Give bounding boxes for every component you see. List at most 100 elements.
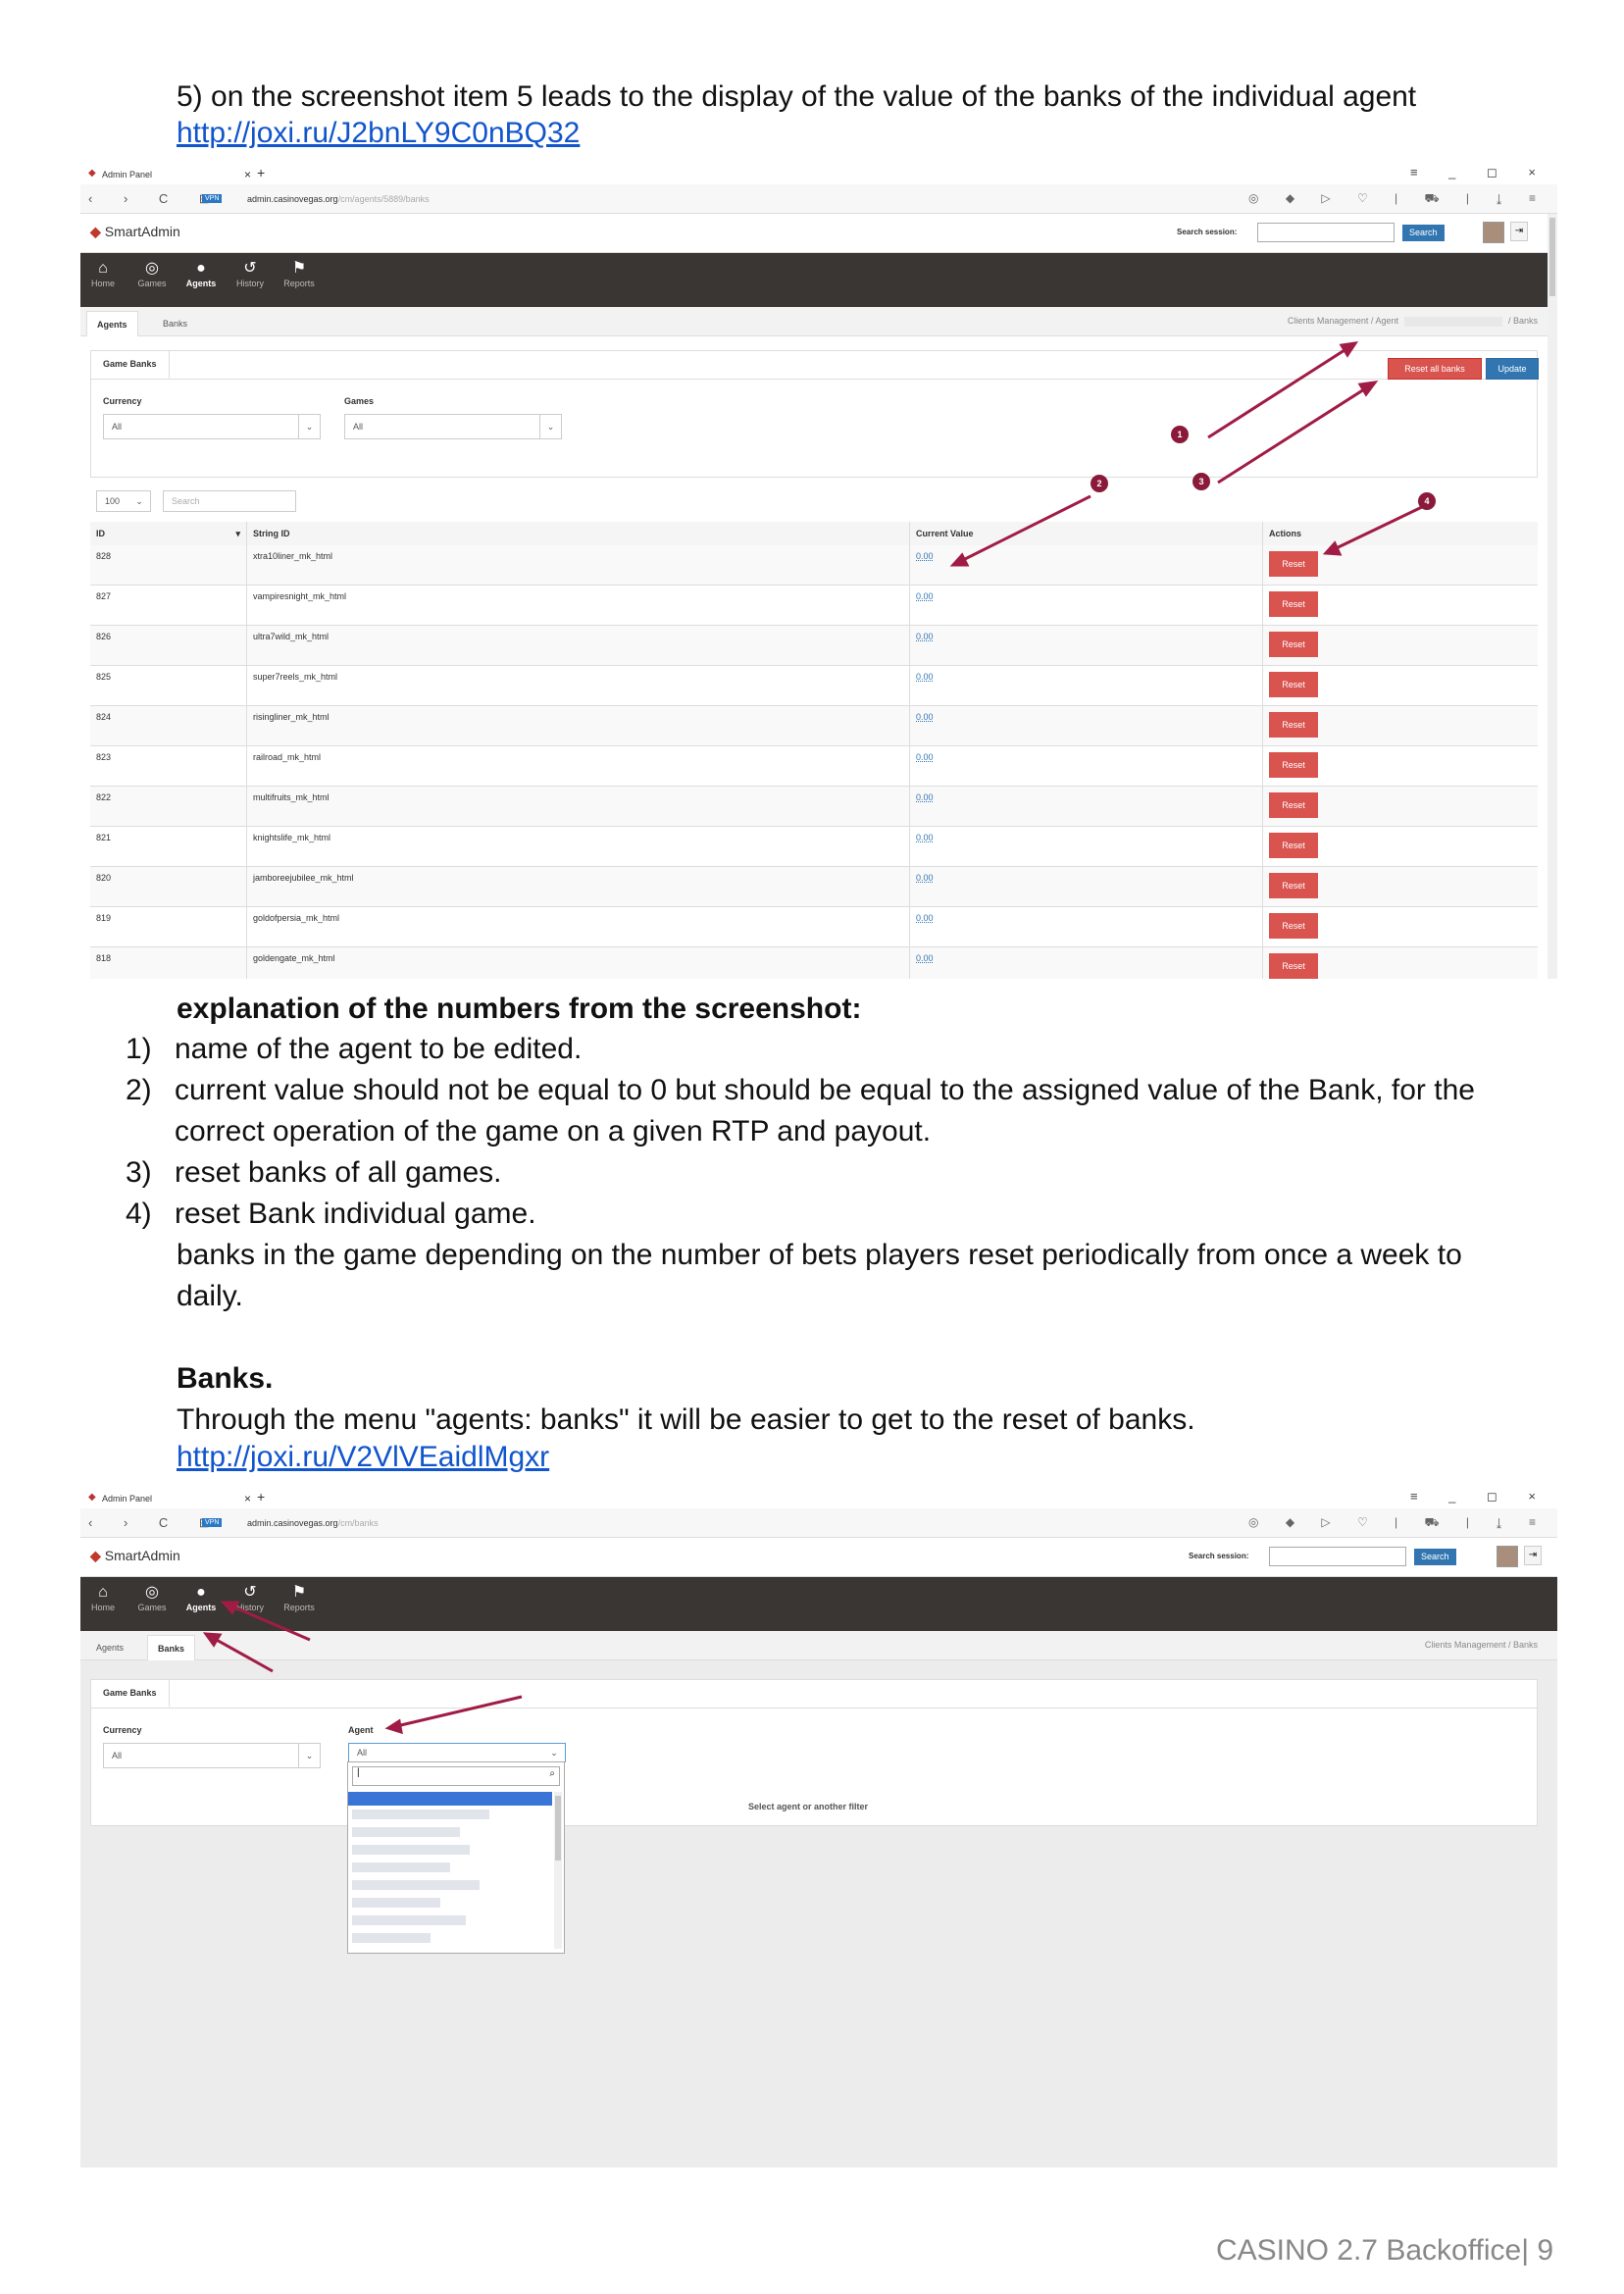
current-value-link[interactable]: 0.00 (916, 873, 934, 883)
current-value-link[interactable]: 0.00 (916, 752, 934, 762)
menu-home[interactable]: ⌂ Home (84, 1583, 122, 1612)
search-session-input[interactable] (1269, 1547, 1406, 1566)
current-value-link[interactable]: 0.00 (916, 712, 934, 722)
new-tab-icon[interactable]: + (257, 1489, 265, 1504)
search-session-button[interactable]: Search (1414, 1549, 1456, 1565)
reset-button[interactable]: Reset (1269, 551, 1318, 577)
menu-agents[interactable]: ● Agents (182, 259, 220, 288)
search-session-button[interactable]: Search (1402, 225, 1445, 241)
browser-tab[interactable]: ◆ Admin Panel × (84, 1491, 251, 1508)
current-value-link[interactable]: 0.00 (916, 672, 934, 682)
table-search-input[interactable]: Search (163, 490, 296, 512)
home-icon: ⌂ (98, 260, 108, 277)
update-button[interactable]: Update (1486, 358, 1539, 380)
url-field[interactable]: admin.casinovegas.org/cm/banks (247, 1518, 379, 1528)
reset-button[interactable]: Reset (1269, 833, 1318, 858)
column-header-string-id[interactable]: String ID (247, 522, 910, 545)
table-body: 828 xtra10liner_mk_html 0.00 Reset 827 vampir… (90, 545, 1538, 979)
toolbar-icons[interactable]: ◎ ◆ ▷ ♡ | ⛟ | ⤓ ≡ (1248, 191, 1548, 207)
url-field[interactable]: admin.casinovegas.org/cm/agents/5889/ban… (247, 194, 430, 204)
chevron-down-icon: ⌄ (135, 496, 143, 506)
tab-close-icon[interactable]: × (244, 168, 251, 181)
list-item-blurred[interactable] (352, 1862, 450, 1872)
toolbar-icons[interactable]: ◎ ◆ ▷ ♡ | ⛟ | ⤓ ≡ (1248, 1515, 1548, 1531)
list-item-blurred[interactable] (352, 1827, 460, 1837)
page-scrollbar[interactable] (1548, 214, 1557, 979)
new-tab-icon[interactable]: + (257, 165, 265, 180)
cell-id: 824 (90, 706, 247, 746)
reset-button[interactable]: Reset (1269, 672, 1318, 697)
menu-games[interactable]: ◎ Games (133, 259, 171, 288)
search-session-input[interactable] (1257, 223, 1395, 242)
reset-button[interactable]: Reset (1269, 591, 1318, 617)
tab-close-icon[interactable]: × (244, 1492, 251, 1505)
list-item-blurred[interactable] (352, 1933, 431, 1943)
list-item-blurred[interactable] (352, 1898, 440, 1908)
subtab-agents[interactable]: Agents (86, 311, 138, 336)
agent-dropdown-list[interactable]: | ⌕ (347, 1761, 565, 1954)
page-size-select[interactable]: 100 ⌄ (96, 490, 151, 512)
agent-search-input[interactable]: | ⌕ (352, 1766, 560, 1786)
cell-actions: Reset (1263, 706, 1538, 746)
user-avatar[interactable] (1497, 1546, 1518, 1567)
reset-button[interactable]: Reset (1269, 712, 1318, 738)
list-item-blurred[interactable] (352, 1845, 470, 1855)
currency-label: Currency (103, 1725, 142, 1735)
callout-4: 4 (1418, 492, 1436, 510)
menu-home[interactable]: ⌂ Home (84, 259, 122, 288)
reset-button[interactable]: Reset (1269, 953, 1318, 979)
window-controls-icon[interactable]: ≡ _ ◻ × (1410, 165, 1549, 180)
column-header-id[interactable]: ID ▾ (90, 522, 247, 545)
reset-all-banks-button[interactable]: Reset all banks (1388, 358, 1482, 380)
subtab-banks[interactable]: Banks (147, 1635, 196, 1660)
screenshot-link-1[interactable]: http://joxi.ru/J2bnLY9C0nBQ32 (177, 117, 580, 150)
current-value-link[interactable]: 0.00 (916, 632, 934, 641)
reset-button[interactable]: Reset (1269, 913, 1318, 939)
menu-reports[interactable]: ⚑ Reports (280, 259, 318, 288)
agent-select[interactable]: All ⌄ (348, 1743, 566, 1762)
user-avatar[interactable] (1483, 222, 1504, 243)
scrollbar-thumb[interactable] (1549, 218, 1555, 296)
menu-history[interactable]: ↺ History (231, 259, 269, 288)
reset-button[interactable]: Reset (1269, 632, 1318, 657)
cell-id: 818 (90, 947, 247, 979)
logout-icon[interactable]: ⇥ (1510, 222, 1528, 241)
column-header-current-value[interactable]: Current Value (910, 522, 1263, 545)
currency-select[interactable]: All ⌄ (103, 414, 321, 439)
list-item-blurred[interactable] (352, 1810, 489, 1819)
current-value-link[interactable]: 0.00 (916, 792, 934, 802)
main-menu: ⌂ Home ◎ Games ● Agents ↺ History ⚑ Reports (80, 253, 1557, 307)
menu-agents[interactable]: ● Agents (182, 1583, 220, 1612)
screenshot-link-2[interactable]: http://joxi.ru/V2VlVEaidlMgxr (177, 1441, 549, 1474)
current-value-link[interactable]: 0.00 (916, 913, 934, 923)
subtab-banks[interactable]: Banks (153, 311, 197, 336)
user-icon: ● (196, 1584, 206, 1601)
logout-icon[interactable]: ⇥ (1524, 1546, 1542, 1565)
reset-button[interactable]: Reset (1269, 792, 1318, 818)
menu-history[interactable]: ↺ History (231, 1583, 269, 1612)
panel-tab-game-banks[interactable]: Game Banks (91, 351, 170, 379)
current-value-link[interactable]: 0.00 (916, 551, 934, 561)
browser-tab[interactable]: ◆ Admin Panel × (84, 167, 251, 184)
current-value-link[interactable]: 0.00 (916, 591, 934, 601)
window-controls-icon[interactable]: ≡ _ ◻ × (1410, 1489, 1549, 1504)
current-value-link[interactable]: 0.00 (916, 953, 934, 963)
table-row: 820 jamboreejubilee_mk_html 0.00 Reset (90, 867, 1538, 907)
games-select[interactable]: All ⌄ (344, 414, 562, 439)
reset-button[interactable]: Reset (1269, 873, 1318, 898)
scrollbar-thumb[interactable] (555, 1796, 561, 1861)
list-item-blurred[interactable] (352, 1880, 480, 1890)
reset-button[interactable]: Reset (1269, 752, 1318, 778)
chevron-down-icon: ⌄ (298, 415, 320, 438)
cell-current-value: 0.00 (910, 787, 1263, 827)
list-item-blurred[interactable] (352, 1915, 466, 1925)
currency-select[interactable]: All ⌄ (103, 1743, 321, 1768)
dropdown-scrollbar[interactable] (554, 1792, 562, 1949)
menu-games[interactable]: ◎ Games (133, 1583, 171, 1612)
list-item-highlighted[interactable] (348, 1792, 552, 1806)
subtab-agents[interactable]: Agents (86, 1635, 133, 1660)
panel-tab-game-banks[interactable]: Game Banks (91, 1680, 170, 1708)
gamepad-icon: ◎ (145, 1584, 159, 1601)
menu-reports[interactable]: ⚑ Reports (280, 1583, 318, 1612)
current-value-link[interactable]: 0.00 (916, 833, 934, 842)
